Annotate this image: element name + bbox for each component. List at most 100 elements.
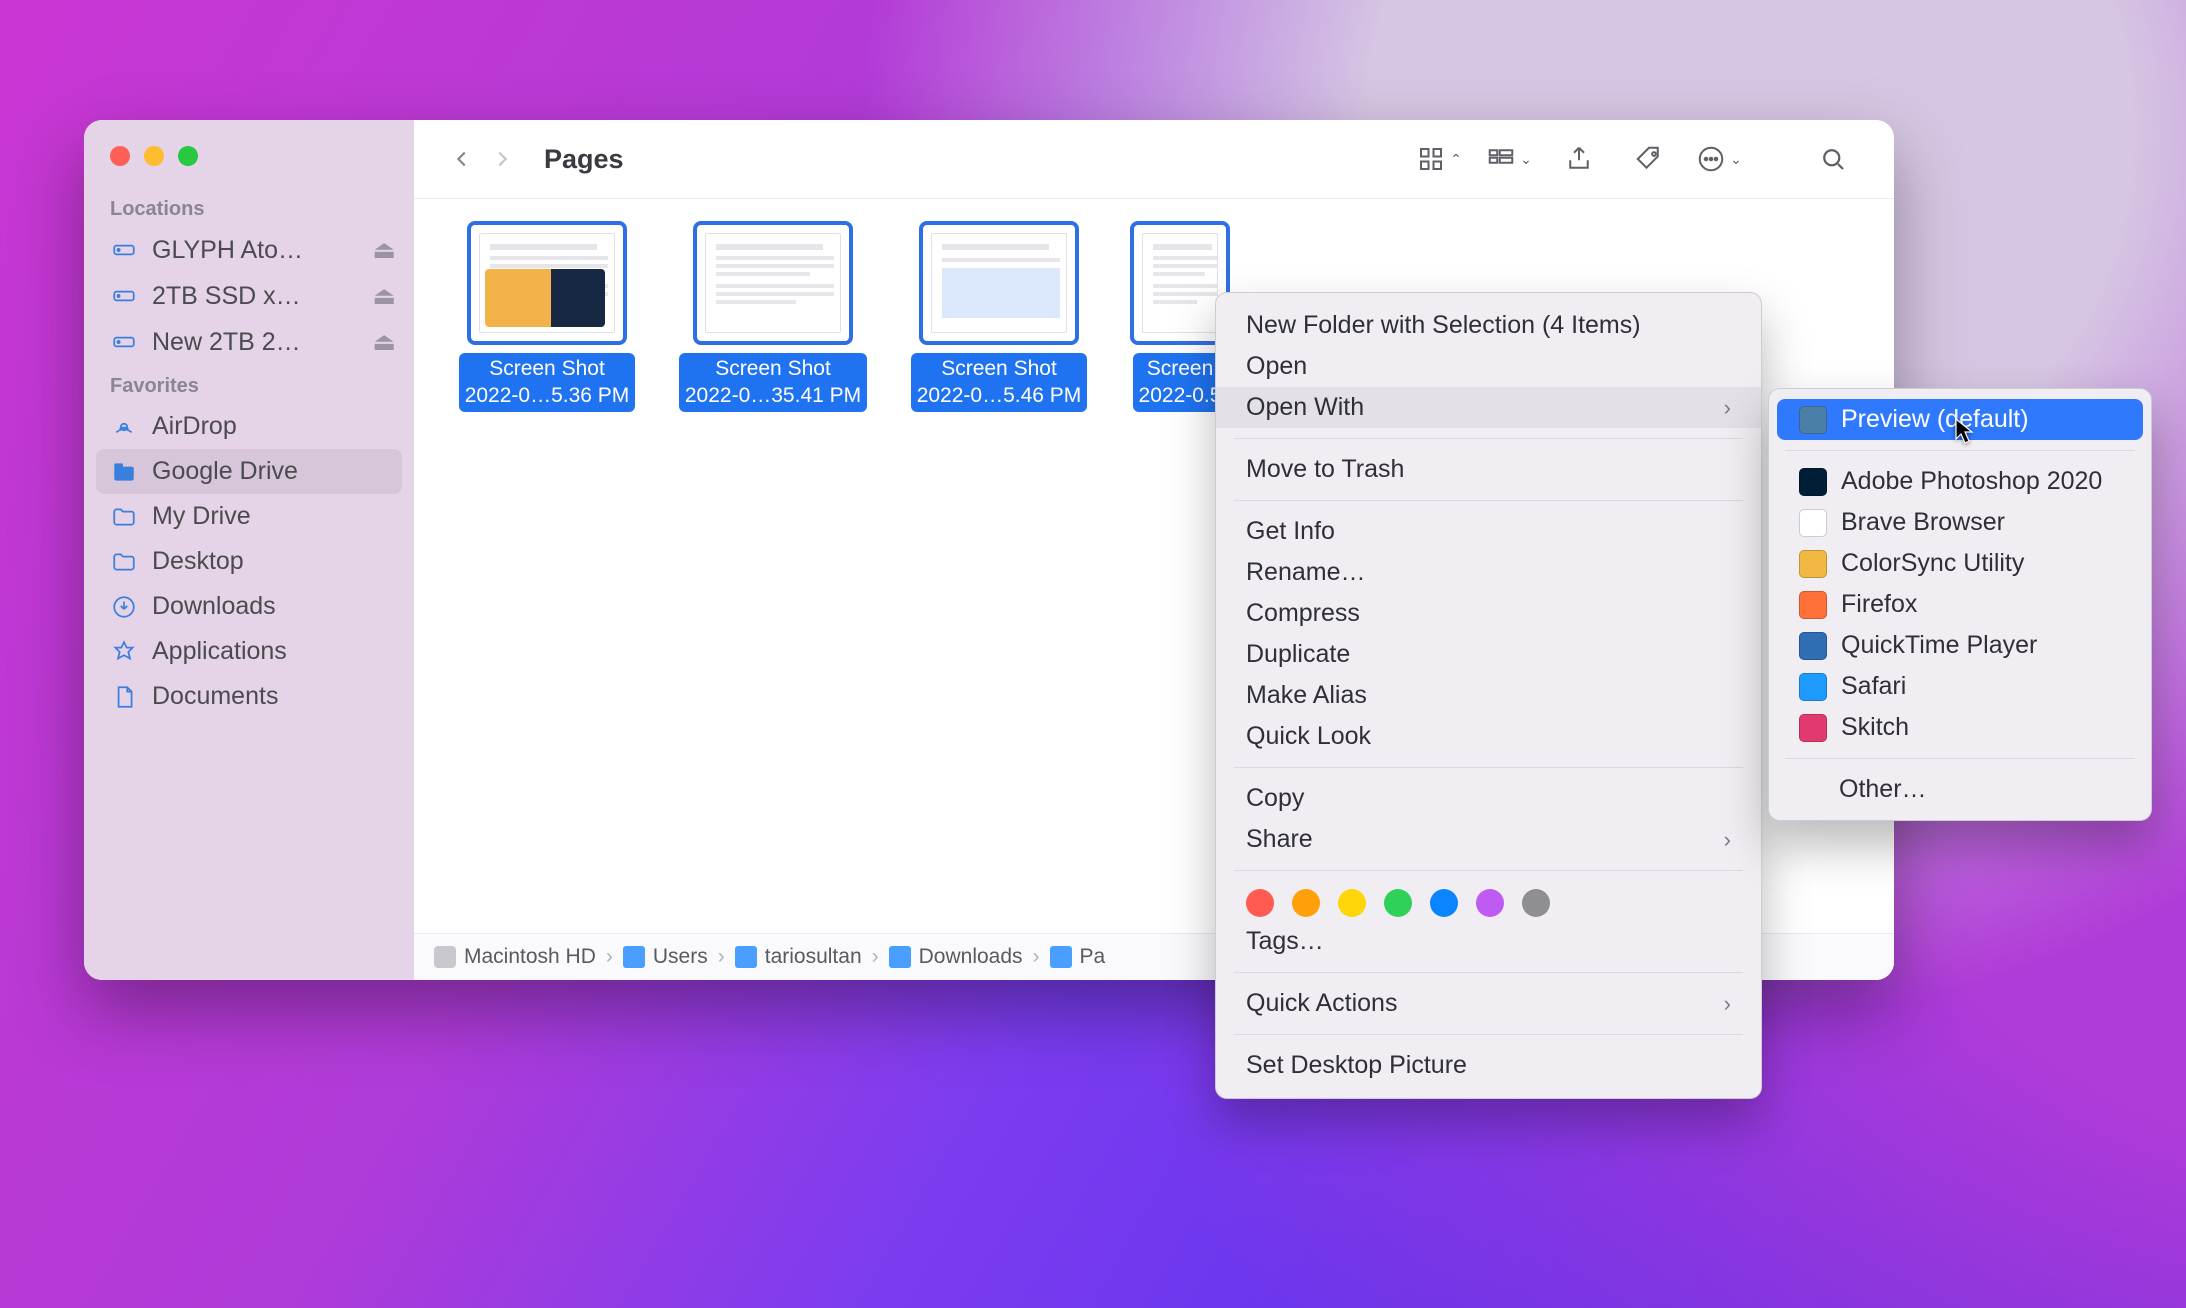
sidebar-item-google-drive[interactable]: Google Drive bbox=[96, 449, 402, 494]
eject-icon[interactable]: ⏏ bbox=[372, 281, 396, 311]
chevron-right-icon: › bbox=[1724, 827, 1731, 853]
menu-item-set-desktop-picture[interactable]: Set Desktop Picture bbox=[1216, 1045, 1761, 1086]
sidebar-item-my-drive[interactable]: My Drive bbox=[84, 494, 414, 539]
menu-separator bbox=[1785, 758, 2135, 759]
submenu-item-firefox[interactable]: Firefox bbox=[1777, 584, 2143, 625]
open-with-submenu: Preview (default) Adobe Photoshop 2020 B… bbox=[1768, 388, 2152, 821]
submenu-item-photoshop[interactable]: Adobe Photoshop 2020 bbox=[1777, 461, 2143, 502]
path-segment[interactable]: Downloads bbox=[889, 945, 1023, 969]
menu-item-compress[interactable]: Compress bbox=[1216, 593, 1761, 634]
submenu-item-skitch[interactable]: Skitch bbox=[1777, 707, 2143, 748]
file-item[interactable]: Screen Shot2022-0…5.46 PM bbox=[894, 221, 1104, 412]
group-button[interactable]: ⌄ bbox=[1482, 138, 1536, 180]
submenu-item-safari[interactable]: Safari bbox=[1777, 666, 2143, 707]
menu-item-move-to-trash[interactable]: Move to Trash bbox=[1216, 449, 1761, 490]
sidebar-item-drive[interactable]: GLYPH Ato… ⏏ bbox=[84, 227, 414, 273]
menu-item-open-with[interactable]: Open With› bbox=[1216, 387, 1761, 428]
path-segment[interactable]: Macintosh HD bbox=[434, 945, 596, 969]
folder-icon bbox=[735, 946, 757, 968]
menu-item-duplicate[interactable]: Duplicate bbox=[1216, 634, 1761, 675]
menu-item-new-folder-selection[interactable]: New Folder with Selection (4 Items) bbox=[1216, 305, 1761, 346]
sidebar-item-label: Applications bbox=[152, 637, 396, 666]
path-label: Users bbox=[653, 945, 708, 969]
path-segment[interactable]: Users bbox=[623, 945, 708, 969]
sidebar-item-label: 2TB SSD x… bbox=[152, 282, 358, 311]
file-thumbnail[interactable] bbox=[919, 221, 1079, 345]
submenu-item-colorsync[interactable]: ColorSync Utility bbox=[1777, 543, 2143, 584]
fullscreen-window-button[interactable] bbox=[178, 146, 198, 166]
app-icon bbox=[1799, 550, 1827, 578]
eject-icon[interactable]: ⏏ bbox=[372, 327, 396, 357]
forward-button[interactable] bbox=[482, 139, 522, 179]
menu-separator bbox=[1785, 450, 2135, 451]
sidebar-item-drive[interactable]: 2TB SSD x… ⏏ bbox=[84, 273, 414, 319]
sidebar-item-label: Documents bbox=[152, 682, 396, 711]
tag-green[interactable] bbox=[1384, 889, 1412, 917]
path-segment[interactable]: tariosultan bbox=[735, 945, 862, 969]
close-window-button[interactable] bbox=[110, 146, 130, 166]
applications-icon bbox=[110, 638, 138, 666]
sidebar-item-applications[interactable]: Applications bbox=[84, 629, 414, 674]
sidebar-item-documents[interactable]: Documents bbox=[84, 674, 414, 719]
document-icon bbox=[110, 683, 138, 711]
menu-item-quick-look[interactable]: Quick Look bbox=[1216, 716, 1761, 757]
view-icons-button[interactable]: ⌃ bbox=[1412, 138, 1466, 180]
file-item[interactable]: Screen Shot2022-0…35.41 PM bbox=[668, 221, 878, 412]
sidebar-item-drive[interactable]: New 2TB 2… ⏏ bbox=[84, 319, 414, 365]
finder-sidebar: Locations GLYPH Ato… ⏏ 2TB SSD x… ⏏ New … bbox=[84, 120, 414, 980]
folder-icon bbox=[623, 946, 645, 968]
gdrive-icon bbox=[110, 458, 138, 486]
more-button[interactable]: ⌄ bbox=[1692, 138, 1746, 180]
sidebar-header-favorites: Favorites bbox=[84, 365, 414, 404]
file-thumbnail[interactable] bbox=[693, 221, 853, 345]
sidebar-item-label: My Drive bbox=[152, 502, 396, 531]
submenu-item-other[interactable]: Other… bbox=[1777, 769, 2143, 810]
menu-item-open[interactable]: Open bbox=[1216, 346, 1761, 387]
file-thumbnail[interactable] bbox=[467, 221, 627, 345]
airdrop-icon bbox=[110, 413, 138, 441]
app-icon bbox=[1799, 714, 1827, 742]
drive-icon bbox=[110, 328, 138, 356]
submenu-item-quicktime[interactable]: QuickTime Player bbox=[1777, 625, 2143, 666]
eject-icon[interactable]: ⏏ bbox=[372, 235, 396, 265]
app-icon bbox=[1799, 591, 1827, 619]
file-label: Screen2022-0.5 bbox=[1133, 353, 1228, 412]
sidebar-item-desktop[interactable]: Desktop bbox=[84, 539, 414, 584]
menu-item-copy[interactable]: Copy bbox=[1216, 778, 1761, 819]
chevron-right-icon: › bbox=[718, 945, 725, 969]
tag-orange[interactable] bbox=[1292, 889, 1320, 917]
menu-item-rename[interactable]: Rename… bbox=[1216, 552, 1761, 593]
tags-button[interactable] bbox=[1622, 138, 1676, 180]
menu-separator bbox=[1234, 1034, 1743, 1035]
chevron-right-icon: › bbox=[872, 945, 879, 969]
path-segment[interactable]: Pa bbox=[1050, 945, 1106, 969]
tag-gray[interactable] bbox=[1522, 889, 1550, 917]
sidebar-item-label: Desktop bbox=[152, 547, 396, 576]
drive-icon bbox=[110, 236, 138, 264]
file-item[interactable]: Screen Shot2022-0…5.36 PM bbox=[442, 221, 652, 412]
tag-blue[interactable] bbox=[1430, 889, 1458, 917]
tag-yellow[interactable] bbox=[1338, 889, 1366, 917]
tag-red[interactable] bbox=[1246, 889, 1274, 917]
menu-item-tags[interactable]: Tags… bbox=[1216, 921, 1761, 962]
menu-separator bbox=[1234, 972, 1743, 973]
file-label: Screen Shot2022-0…5.46 PM bbox=[911, 353, 1088, 412]
app-icon bbox=[1799, 632, 1827, 660]
menu-item-share[interactable]: Share› bbox=[1216, 819, 1761, 860]
sidebar-item-airdrop[interactable]: AirDrop bbox=[84, 404, 414, 449]
folder-icon bbox=[1050, 946, 1072, 968]
tag-purple[interactable] bbox=[1476, 889, 1504, 917]
submenu-item-preview[interactable]: Preview (default) bbox=[1777, 399, 2143, 440]
menu-item-quick-actions[interactable]: Quick Actions› bbox=[1216, 983, 1761, 1024]
back-button[interactable] bbox=[442, 139, 482, 179]
search-button[interactable] bbox=[1806, 138, 1860, 180]
path-label: Macintosh HD bbox=[464, 945, 596, 969]
minimize-window-button[interactable] bbox=[144, 146, 164, 166]
submenu-item-brave[interactable]: Brave Browser bbox=[1777, 502, 2143, 543]
tag-color-row bbox=[1216, 881, 1761, 921]
sidebar-item-downloads[interactable]: Downloads bbox=[84, 584, 414, 629]
download-icon bbox=[110, 593, 138, 621]
menu-item-get-info[interactable]: Get Info bbox=[1216, 511, 1761, 552]
menu-item-make-alias[interactable]: Make Alias bbox=[1216, 675, 1761, 716]
share-button[interactable] bbox=[1552, 138, 1606, 180]
